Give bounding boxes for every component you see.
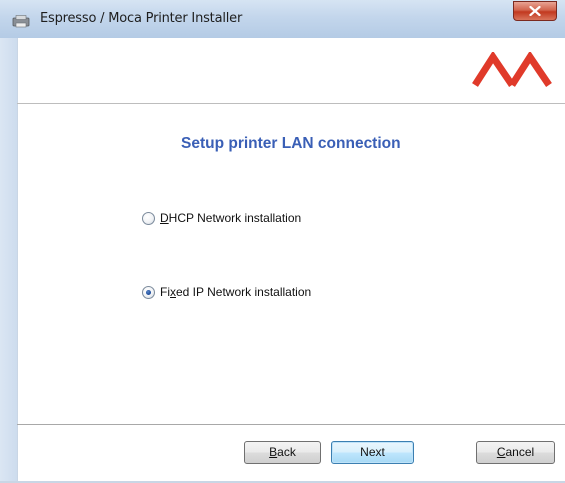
next-button[interactable]: Next (331, 441, 414, 464)
close-button[interactable] (513, 1, 557, 21)
dhcp-option[interactable]: DHCP Network installation (142, 211, 301, 225)
dhcp-label-rest: HCP Network installation (168, 211, 302, 225)
title-bar[interactable]: Espresso / Moca Printer Installer (0, 0, 565, 39)
back-mnemonic: B (269, 445, 278, 459)
printer-app-icon (12, 13, 30, 28)
fixed-ip-label-rest: ed IP Network installation (176, 285, 312, 299)
fixed-ip-radio[interactable] (142, 285, 155, 299)
header-banner (17, 38, 565, 103)
window-title: Espresso / Moca Printer Installer (40, 11, 243, 26)
page-heading: Setup printer LAN connection (181, 135, 401, 152)
back-button[interactable]: Back (244, 441, 321, 464)
dhcp-radio[interactable] (142, 211, 155, 225)
back-label-rest: ack (277, 445, 296, 459)
fixed-ip-option[interactable]: Fixed IP Network installation (142, 285, 311, 299)
installer-window: Espresso / Moca Printer Installer Setup … (0, 0, 565, 483)
cancel-label-rest: ancel (505, 445, 535, 459)
window-left-frame (0, 38, 17, 483)
cancel-button[interactable]: Cancel (476, 441, 555, 464)
button-bar: Back Next Cancel (17, 425, 565, 483)
content-panel: Setup printer LAN connection DHCP Networ… (17, 104, 565, 424)
fixed-ip-label-prefix: Fi (160, 285, 170, 299)
dhcp-label-mnemonic: D (160, 211, 169, 225)
fixed-ip-label[interactable]: Fixed IP Network installation (160, 285, 311, 299)
dhcp-label[interactable]: DHCP Network installation (160, 211, 301, 225)
close-x-icon (529, 6, 541, 16)
moca-logo (472, 52, 552, 87)
